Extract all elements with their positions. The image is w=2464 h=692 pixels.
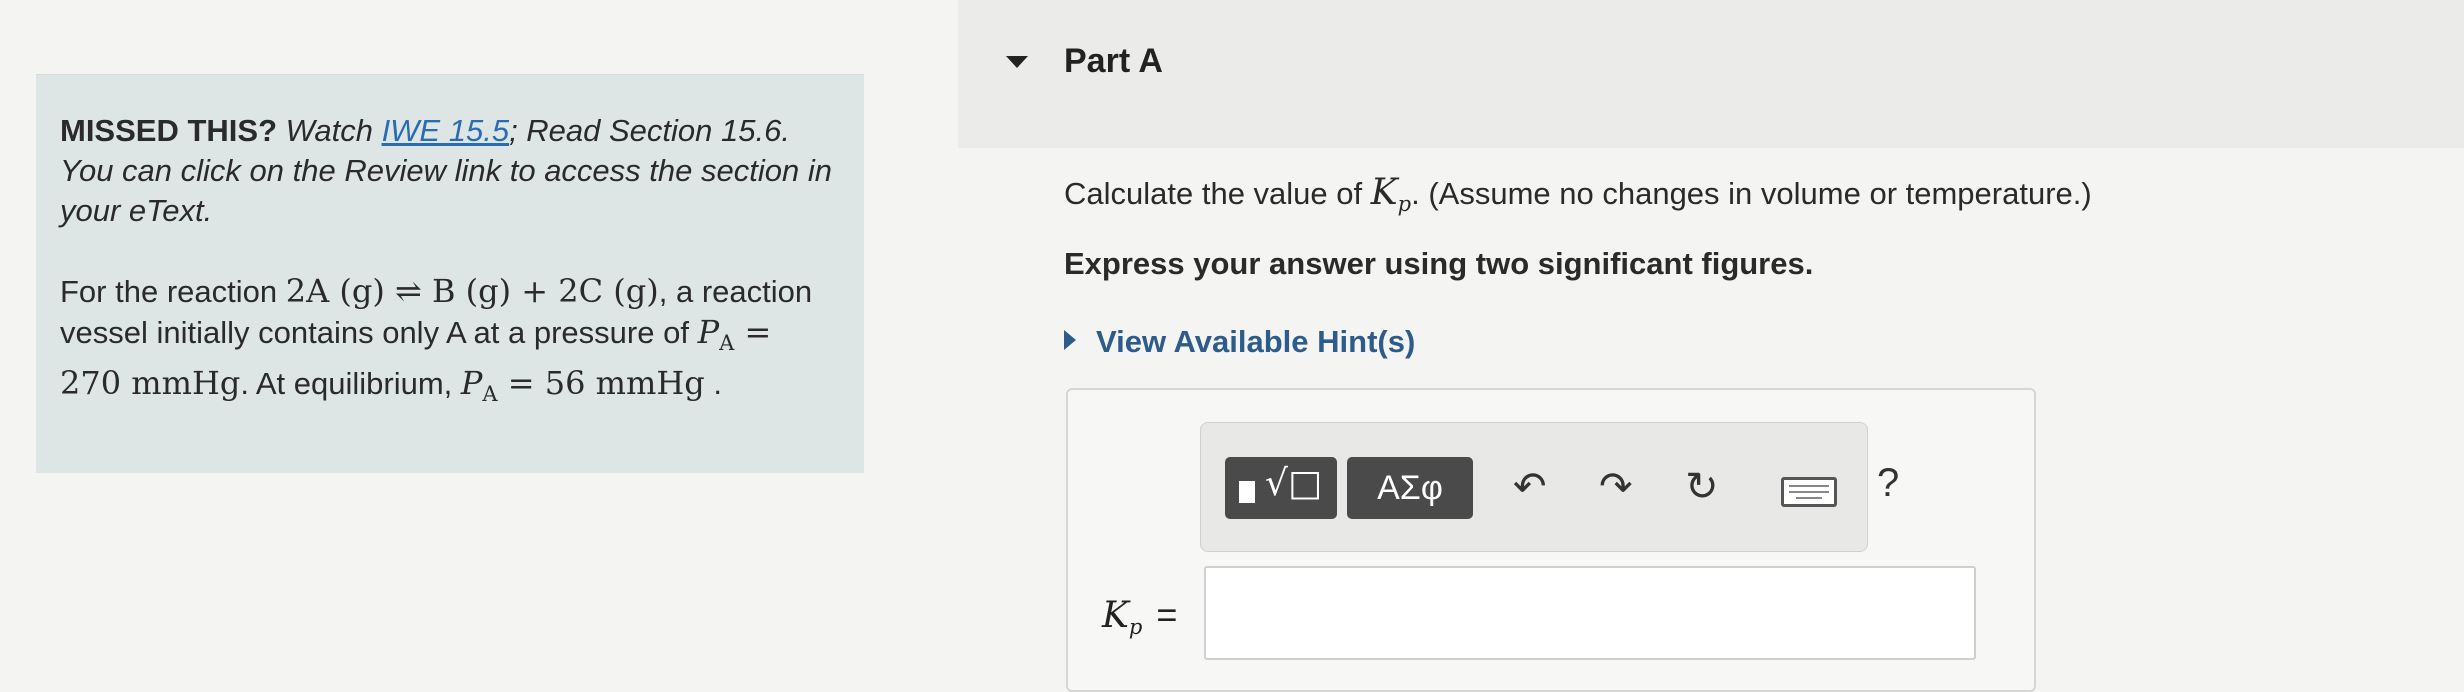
- iwe-link[interactable]: IWE 15.5: [382, 113, 510, 148]
- reset-icon[interactable]: ↻: [1685, 461, 1719, 513]
- redo-icon[interactable]: ↷: [1599, 461, 1633, 513]
- part-a-title: Part A: [1064, 42, 1163, 80]
- math-toolbar: √□ ΑΣφ ↶ ↷ ↻ ?: [1200, 422, 1899, 552]
- equilibrium-pressure: PA = 56 mmHg: [460, 364, 705, 406]
- answer-box: √□ ΑΣφ ↶ ↷ ↻ ? Kp =: [1066, 388, 2036, 692]
- expand-triangle-icon: [1064, 330, 1076, 350]
- greek-symbols-button[interactable]: ΑΣφ: [1347, 457, 1473, 519]
- keyboard-icon[interactable]: [1781, 477, 1837, 507]
- watch-text: Watch: [285, 113, 373, 148]
- problem-statement: For the reaction 2A (g) ⇌ B (g) + 2C (g)…: [60, 271, 840, 414]
- help-button[interactable]: ?: [1877, 457, 1899, 509]
- problem-text-4: .: [713, 366, 722, 401]
- missed-this-note: MISSED THIS? Watch IWE 15.5; Read Sectio…: [60, 111, 840, 231]
- part-a-header[interactable]: Part A: [958, 0, 2464, 148]
- problem-panel: MISSED THIS? Watch IWE 15.5; Read Sectio…: [36, 74, 864, 473]
- template-square-icon: [1239, 481, 1255, 503]
- missed-this-label: MISSED THIS?: [60, 113, 278, 148]
- undo-icon[interactable]: ↶: [1513, 461, 1547, 513]
- question-text: Calculate the value of Kp. (Assume no ch…: [1064, 172, 2092, 216]
- radical-template-icon: √□: [1265, 463, 1322, 504]
- kp-answer-input[interactable]: [1204, 566, 1976, 660]
- reaction-equation: 2A (g) ⇌ B (g) + 2C (g): [285, 272, 659, 310]
- problem-text-3: . At equilibrium,: [240, 366, 453, 401]
- problem-text-1: For the reaction: [60, 274, 278, 309]
- express-instruction: Express your answer using two significan…: [1064, 246, 1814, 281]
- kp-label: Kp =: [1102, 594, 1178, 639]
- collapse-triangle-icon[interactable]: [1006, 56, 1028, 68]
- templates-button[interactable]: √□: [1225, 457, 1337, 519]
- view-hints-link[interactable]: View Available Hint(s): [1064, 324, 1415, 360]
- hint-label: View Available Hint(s): [1096, 324, 1416, 359]
